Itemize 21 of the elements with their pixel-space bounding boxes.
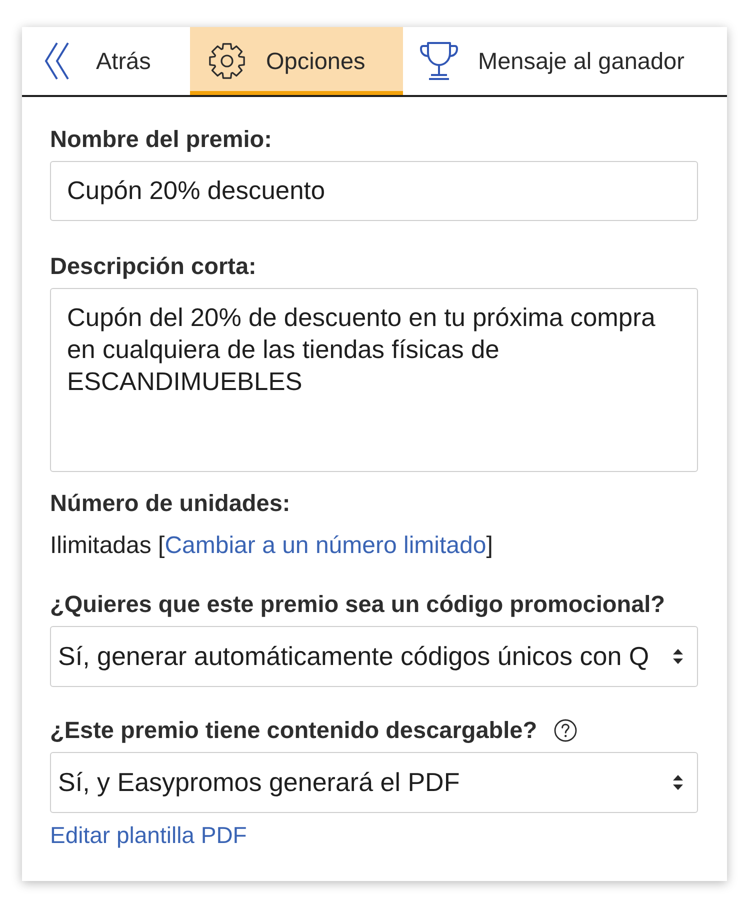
back-tab[interactable]: Atrás [22,27,190,95]
field-label: ¿Este premio tiene contenido descargable? [50,716,538,744]
dropdown-select[interactable]: Sí, y Easypromos generará el PDF [50,752,698,813]
change-limit-link[interactable]: Cambiar a un número limitado [164,532,486,559]
trophy-icon [420,41,458,81]
field-label: ¿Quieres que este premio sea un código promocional? [50,590,666,618]
double-chevron-left-icon [44,42,70,80]
options-tab[interactable]: Opciones [190,27,403,95]
edit-template-link[interactable]: Editar plantilla PDF [50,821,247,849]
text-input[interactable]: Cupón 20% descuento [50,161,698,221]
field-label: Nombre del premio: [50,125,272,153]
field-label: Número de unidades: [50,489,290,517]
message-tab[interactable]: Mensaje al ganador [403,27,727,95]
help-icon[interactable] [554,718,578,742]
up-down-caret-icon [673,775,683,790]
units-text: Ilimitadas [Cambiar a un número limitado] [50,532,494,560]
description-textarea[interactable]: Cupón del 20% de descuento en tu próxima compra en cualquiera de las tiendas físicas de ESCANDIMUEBLES [50,288,698,472]
up-down-caret-icon [673,649,683,664]
field-label: Descripción corta: [50,252,256,280]
gear-icon [208,42,246,80]
dropdown-select[interactable]: Sí, generar automáticamente códigos únicos con Q [50,626,698,687]
